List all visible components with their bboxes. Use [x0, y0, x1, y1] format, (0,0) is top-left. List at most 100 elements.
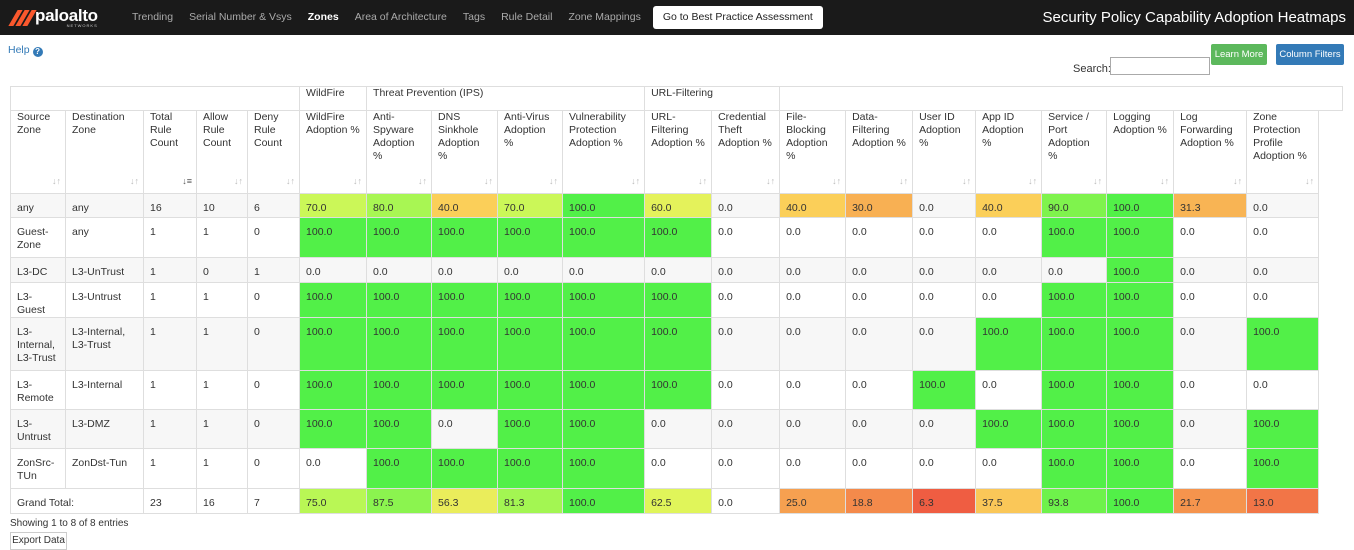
- column-header-allow-rule-count[interactable]: Allow Rule Count ↓↑: [196, 110, 248, 194]
- column-header-dns-sinkhole-adoption[interactable]: DNS Sinkhole Adoption % ↓↑: [431, 110, 499, 194]
- column-header-label: Service / Port Adoption %: [1048, 111, 1090, 163]
- column-header-label: Vulnerability Protection Adoption %: [569, 111, 626, 150]
- sort-icon[interactable]: ↓↑: [484, 175, 493, 188]
- learn-more-button[interactable]: Learn More: [1211, 44, 1267, 65]
- column-header-log-forwarding-adoption[interactable]: Log Forwarding Adoption % ↓↑: [1173, 110, 1248, 194]
- sort-icon[interactable]: ↓↑: [962, 175, 971, 188]
- table-cell: 0: [246, 282, 301, 318]
- column-header-app-id-adoption[interactable]: App ID Adoption % ↓↑: [975, 110, 1043, 194]
- nav-tab-area-of-architecture[interactable]: Area of Architecture: [347, 0, 455, 35]
- table-row[interactable]: Guest-Zone any 1 1 0 100.0 100.0 100.0 100.0 100.…: [10, 217, 1343, 258]
- table-cell: 0.0: [711, 217, 781, 258]
- column-header-data-filtering-adoption[interactable]: Data-Filtering Adoption % ↓↑: [845, 110, 914, 194]
- table-cell: 100.0: [299, 317, 368, 371]
- column-header-user-id-adoption[interactable]: User ID Adoption % ↓↑: [912, 110, 977, 194]
- table-row[interactable]: L3-Internal, L3-Trust L3-Internal, L3-Tru…: [10, 317, 1343, 371]
- column-header-anti-spyware-adoption[interactable]: Anti-Spyware Adoption % ↓↑: [366, 110, 433, 194]
- column-header-url-filtering-adoption[interactable]: URL-Filtering Adoption % ↓↑: [644, 110, 713, 194]
- nav-tab-serial-number-vsys[interactable]: Serial Number & Vsys: [181, 0, 300, 35]
- sort-icon[interactable]: ↓↑: [1093, 175, 1102, 188]
- table-cell: 0.0: [912, 217, 977, 258]
- table-cell: 0.0: [644, 257, 713, 283]
- sort-icon[interactable]: ↓↑: [353, 175, 362, 188]
- sort-icon[interactable]: ↓↑: [698, 175, 707, 188]
- sort-icon[interactable]: ↓↑: [549, 175, 558, 188]
- table-cell: 0: [246, 317, 301, 371]
- nav-tab-zones[interactable]: Zones: [300, 0, 347, 35]
- grand-total-cell: 6.3: [912, 488, 977, 514]
- sort-icon[interactable]: ↓↑: [52, 175, 61, 188]
- sort-icon[interactable]: ↓↑: [766, 175, 775, 188]
- table-row[interactable]: L3-Guest L3-Untrust 1 1 0 100.0 100.0 100.0 100.…: [10, 282, 1343, 318]
- column-header-source-zone[interactable]: Source Zone ↓↑: [10, 110, 66, 194]
- column-header-wildfire-adoption[interactable]: WildFire Adoption % ↓↑: [299, 110, 368, 194]
- sort-icon[interactable]: ↓↑: [286, 175, 295, 188]
- table-cell: 0.0: [845, 448, 914, 489]
- table-cell: 100.0: [1041, 409, 1108, 449]
- column-header-anti-virus-adoption[interactable]: Anti-Virus Adoption % ↓↑: [497, 110, 564, 194]
- paloalto-logo[interactable]: paloalto NETWORKS: [8, 7, 98, 29]
- sort-icon[interactable]: ↓↑: [1305, 175, 1314, 188]
- sort-icon[interactable]: ↓↑: [1028, 175, 1037, 188]
- table-cell: 0.0: [912, 193, 977, 218]
- table-cell: 100.0: [562, 409, 646, 449]
- sort-icon[interactable]: ↓↑: [631, 175, 640, 188]
- table-cell: 1: [143, 257, 197, 283]
- table-row[interactable]: ZonSrc-TUn ZonDst-Tun 1 1 0 0.0 100.0 100.0 100.…: [10, 448, 1343, 489]
- column-header-zone-protection-profile-adoption[interactable]: Zone Protection Profile Adoption % ↓↑: [1246, 110, 1320, 194]
- nav-tab-zone-mappings[interactable]: Zone Mappings: [560, 0, 648, 35]
- search-input[interactable]: [1110, 57, 1210, 75]
- column-header-total-rule-count[interactable]: Total Rule Count ↓≡: [143, 110, 197, 194]
- nav-tab-rule-detail[interactable]: Rule Detail: [493, 0, 560, 35]
- table-row[interactable]: L3-Untrust L3-DMZ 1 1 0 100.0 100.0 0.0 100.0 100…: [10, 409, 1343, 449]
- nav-tab-tags[interactable]: Tags: [455, 0, 493, 35]
- sort-icon[interactable]: ↓↑: [418, 175, 427, 188]
- column-header-credential-theft-adoption[interactable]: Credential Theft Adoption % ↓↑: [711, 110, 781, 194]
- table-cell: 0: [196, 257, 248, 283]
- table-cell: 0.0: [845, 370, 914, 410]
- table-cell: 100.0: [497, 217, 564, 258]
- table-cell: 0.0: [845, 409, 914, 449]
- table-cell: 1: [196, 448, 248, 489]
- table-row[interactable]: L3-DC L3-UnTrust 1 0 1 0.0 0.0 0.0 0.0 0.0 0.0 0.0 0…: [10, 257, 1343, 283]
- column-header-label: Anti-Spyware Adoption %: [373, 111, 415, 163]
- column-header-file-blocking-adoption[interactable]: File-Blocking Adoption % ↓↑: [779, 110, 847, 194]
- sort-icon[interactable]: ↓↑: [899, 175, 908, 188]
- export-data-button[interactable]: Export Data: [10, 532, 67, 550]
- sort-icon[interactable]: ↓↑: [832, 175, 841, 188]
- table-cell: 100.0: [1246, 317, 1320, 371]
- destination-zone-cell: L3-Internal, L3-Trust: [65, 317, 144, 371]
- table-cell: 100.0: [497, 448, 564, 489]
- table-cell: 0.0: [975, 257, 1043, 283]
- table-row[interactable]: any any 16 10 6 70.0 80.0 40.0 70.0 100.0 60.0 0.0 4…: [10, 193, 1343, 218]
- table-cell: 1: [196, 217, 248, 258]
- table-cell: 0.0: [366, 257, 433, 283]
- group-header-wildfire: WildFire: [299, 86, 368, 111]
- table-cell: 100.0: [431, 448, 499, 489]
- table-row[interactable]: L3-Remote L3-Internal 1 1 0 100.0 100.0 100.0 10…: [10, 370, 1343, 410]
- table-cell: 100.0: [644, 282, 713, 318]
- best-practice-assessment-button[interactable]: Go to Best Practice Assessment: [652, 6, 823, 29]
- column-filters-button[interactable]: Column Filters: [1276, 44, 1344, 65]
- sort-icon[interactable]: ↓↑: [1160, 175, 1169, 188]
- table-cell: 100.0: [1106, 257, 1175, 283]
- table-cell: 100.0: [366, 317, 433, 371]
- sort-icon[interactable]: ↓↑: [234, 175, 243, 188]
- nav-tab-trending[interactable]: Trending: [124, 0, 181, 35]
- table-cell: 1: [143, 217, 197, 258]
- sort-descending-icon[interactable]: ↓≡: [182, 175, 192, 188]
- column-header-service-port-adoption[interactable]: Service / Port Adoption % ↓↑: [1041, 110, 1108, 194]
- table-cell: 80.0: [366, 193, 433, 218]
- sort-icon[interactable]: ↓↑: [130, 175, 139, 188]
- table-cell: 100.0: [562, 193, 646, 218]
- help-link[interactable]: Help ?: [8, 44, 43, 57]
- column-header-vulnerability-protection-adoption[interactable]: Vulnerability Protection Adoption % ↓↑: [562, 110, 646, 194]
- column-header-label: User ID Adoption %: [919, 111, 961, 150]
- column-header-logging-adoption[interactable]: Logging Adoption % ↓↑: [1106, 110, 1175, 194]
- sort-icon[interactable]: ↓↑: [1233, 175, 1242, 188]
- column-header-destination-zone[interactable]: Destination Zone ↓↑: [65, 110, 144, 194]
- main-nav: Trending Serial Number & Vsys Zones Area of…: [124, 0, 823, 35]
- column-header-deny-rule-count[interactable]: Deny Rule Count ↓↑: [246, 110, 301, 194]
- column-header-label: Credential Theft Adoption %: [718, 111, 772, 150]
- grand-total-cell: 93.8: [1041, 488, 1108, 514]
